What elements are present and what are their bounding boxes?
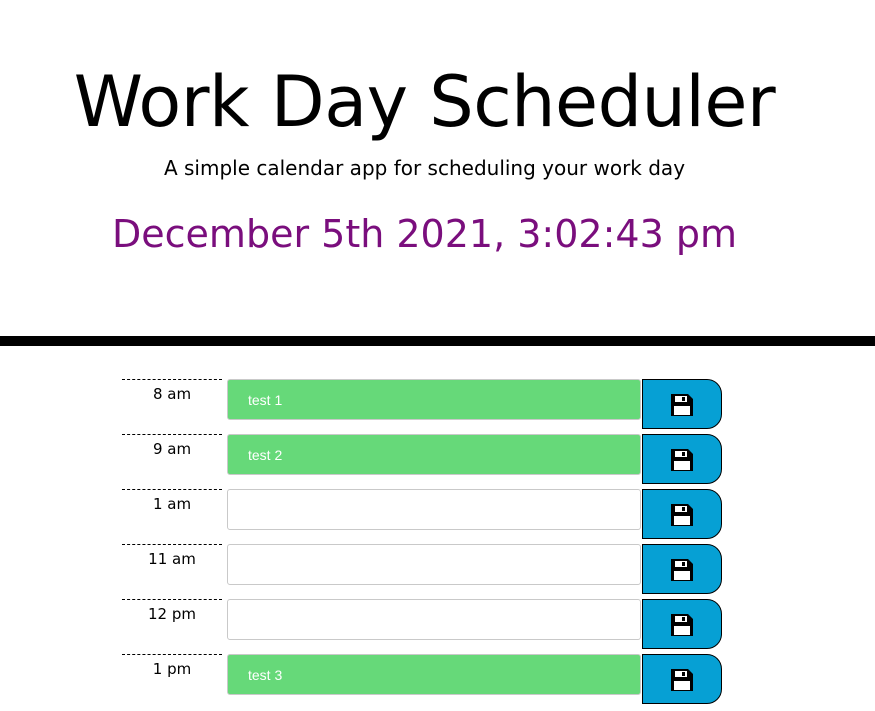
floppy-disk-icon	[671, 394, 693, 416]
event-input[interactable]	[227, 654, 641, 695]
floppy-disk-icon	[671, 614, 693, 636]
page-title: Work Day Scheduler	[73, 61, 776, 143]
page-subtitle: A simple calendar app for scheduling you…	[163, 156, 686, 180]
save-button[interactable]	[642, 599, 722, 649]
event-input[interactable]	[227, 599, 641, 640]
event-input[interactable]	[227, 379, 641, 420]
scheduler-page: Work Day Scheduler A simple calendar app…	[0, 0, 875, 711]
save-button[interactable]	[642, 544, 722, 594]
save-button[interactable]	[642, 489, 722, 539]
hour-label: 8 am	[122, 379, 222, 429]
event-input[interactable]	[227, 544, 641, 585]
save-button[interactable]	[642, 434, 722, 484]
floppy-disk-icon	[671, 449, 693, 471]
floppy-disk-icon	[671, 559, 693, 581]
timeblock-row: 1 pm	[0, 654, 875, 709]
header-divider	[0, 336, 875, 346]
current-datetime: December 5th 2021, 3:02:43 pm	[112, 212, 737, 256]
timeblock-row: 8 am	[0, 379, 875, 434]
hour-label: 11 am	[122, 544, 222, 594]
hour-label: 1 am	[122, 489, 222, 539]
floppy-disk-icon	[671, 669, 693, 691]
hour-label: 12 pm	[122, 599, 222, 649]
hour-label: 9 am	[122, 434, 222, 484]
save-button[interactable]	[642, 654, 722, 704]
timeblock-row: 9 am	[0, 434, 875, 489]
save-button[interactable]	[642, 379, 722, 429]
event-input[interactable]	[227, 489, 641, 530]
event-input[interactable]	[227, 434, 641, 475]
hour-label: 1 pm	[122, 654, 222, 704]
timeblock-row: 11 am	[0, 544, 875, 599]
header: Work Day Scheduler A simple calendar app…	[0, 0, 875, 336]
floppy-disk-icon	[671, 504, 693, 526]
timeblock-row: 12 pm	[0, 599, 875, 654]
timeblock-row: 1 am	[0, 489, 875, 544]
